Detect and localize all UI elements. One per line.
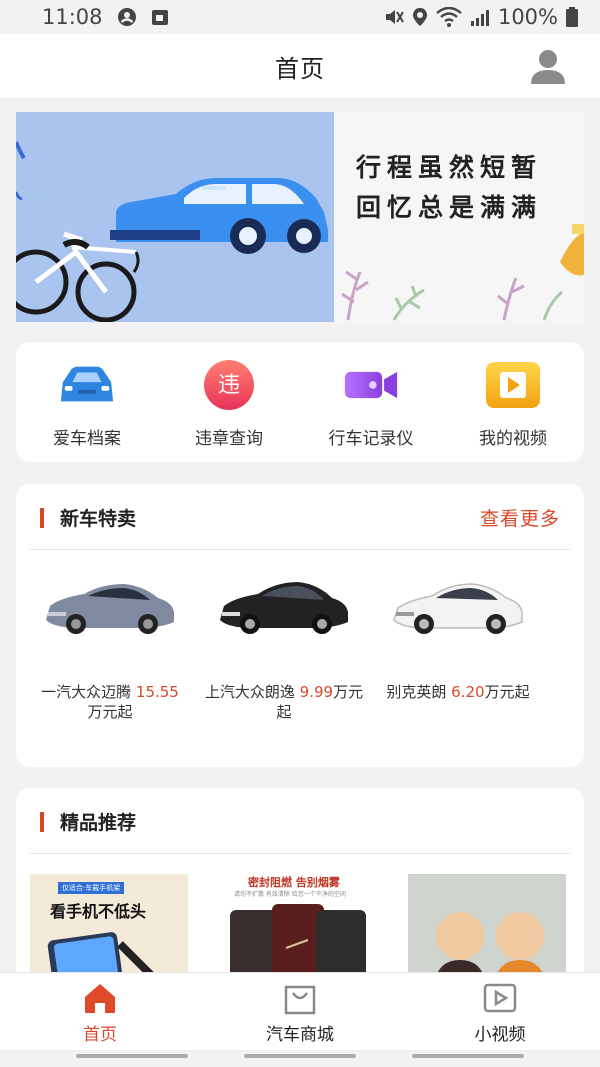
nav-home[interactable]: 首页 <box>0 973 200 1050</box>
banner-carousel[interactable]: 行程虽然短暂 回忆总是满满 <box>16 112 584 322</box>
home-icon <box>85 984 115 1013</box>
new-car-section: 新车特卖 查看更多 一汽大众迈腾 15.55 万元起 上汽大众朗逸 9.99万元起 <box>16 484 584 767</box>
view-more-link[interactable]: 查看更多 <box>480 504 560 531</box>
car-caption: 一汽大众迈腾 15.55 万元起 <box>24 682 196 722</box>
section-title: 新车特卖 <box>60 508 137 530</box>
battery-icon <box>566 7 578 27</box>
section-header: 新车特卖 查看更多 <box>30 484 570 550</box>
video-icon <box>485 360 541 410</box>
car-list: 一汽大众迈腾 15.55 万元起 上汽大众朗逸 9.99万元起 别克英朗 6.20… <box>16 574 584 724</box>
section-header: 精品推荐 <box>30 788 570 854</box>
banner-illustration <box>16 112 334 322</box>
nav-short-video[interactable]: 小视频 <box>400 973 600 1050</box>
phone-holder-image <box>47 932 163 984</box>
quick-entry-label: 违章查询 <box>195 429 263 449</box>
shopping-bag-icon <box>284 985 316 1015</box>
car-name: 上汽大众朗逸 <box>204 683 300 701</box>
quick-entry-violation[interactable]: 违 违章查询 <box>158 342 300 462</box>
car-price-unit: 万元起 <box>484 683 530 701</box>
page-title: 首页 <box>275 54 325 83</box>
car-caption: 别克英朗 6.20万元起 <box>372 682 544 702</box>
monk-figurine-image <box>408 874 566 984</box>
car-price-unit: 万元起 <box>87 703 133 721</box>
battery-percent: 100% <box>497 5 558 29</box>
nav-label: 首页 <box>83 1025 117 1045</box>
app-header: 首页 <box>0 34 600 98</box>
car-name: 别克英朗 <box>386 683 452 701</box>
wifi-icon <box>436 7 462 27</box>
product-card[interactable]: 密封阻燃 告别烟雾 请勿不扩散 有效清除 给您一个干净的空间 <box>220 874 378 984</box>
play-video-icon <box>483 983 517 1013</box>
gesture-handle-center[interactable] <box>244 1054 356 1058</box>
quick-entry-dashcam[interactable]: 行车记录仪 <box>300 342 442 462</box>
car-price: 6.20 <box>451 683 485 701</box>
quick-entry-label: 行车记录仪 <box>328 429 414 449</box>
calendar-icon <box>151 10 168 25</box>
car-price: 9.99 <box>299 683 334 701</box>
location-icon <box>412 8 427 26</box>
banner-text-line1: 行程虽然短暂 <box>356 153 543 182</box>
car-name: 一汽大众迈腾 <box>41 683 136 701</box>
car-illustration <box>16 141 328 322</box>
section-accent-bar <box>40 508 44 528</box>
quick-entry-label: 爱车档案 <box>53 429 121 449</box>
mute-icon <box>385 10 404 24</box>
car-image <box>46 584 174 634</box>
status-time: 11:08 <box>42 5 103 29</box>
section-accent-bar <box>40 812 44 832</box>
bottom-nav: 首页 汽车商城 小视频 <box>0 972 600 1050</box>
car-card[interactable]: 一汽大众迈腾 15.55 万元起 <box>24 574 196 722</box>
ashtray-image <box>230 904 366 984</box>
dashcam-icon <box>343 360 399 410</box>
product-card[interactable]: 仅适合·车载手机架 看手机不低头 <box>30 874 188 984</box>
account-circle-icon <box>117 8 136 26</box>
nav-label: 小视频 <box>474 1025 526 1045</box>
car-archive-icon <box>59 360 115 410</box>
car-card[interactable]: 别克英朗 6.20万元起 <box>372 574 544 702</box>
violation-icon: 违 <box>201 360 257 410</box>
signal-icon <box>470 10 489 26</box>
car-caption: 上汽大众朗逸 9.99万元起 <box>198 682 370 722</box>
status-bar: 11:08 100% <box>0 0 600 34</box>
car-image <box>393 583 523 634</box>
gesture-bar <box>0 1050 600 1067</box>
violation-glyph: 违 <box>217 373 240 398</box>
quick-entry-my-video[interactable]: 我的视频 <box>442 342 584 462</box>
section-title: 精品推荐 <box>60 812 137 834</box>
banner-text-line2: 回忆总是满满 <box>356 193 543 222</box>
quick-entry-card: 爱车档案 违 违章查询 行车记录仪 我的视频 <box>16 342 584 462</box>
gesture-handle-left[interactable] <box>76 1054 188 1058</box>
car-card[interactable]: 上汽大众朗逸 9.99万元起 <box>198 574 370 722</box>
product-list: 仅适合·车载手机架 看手机不低头 密封阻燃 告别烟雾 请勿不扩散 有效清除 给您… <box>30 874 570 984</box>
nav-label: 汽车商城 <box>266 1025 334 1045</box>
car-image <box>220 582 348 634</box>
gesture-handle-right[interactable] <box>412 1054 524 1058</box>
quick-entry-car-archive[interactable]: 爱车档案 <box>16 342 158 462</box>
product-card[interactable] <box>408 874 566 984</box>
quick-entry-label: 我的视频 <box>479 429 547 449</box>
profile-icon[interactable] <box>528 46 568 86</box>
banner-text-panel: 行程虽然短暂 回忆总是满满 <box>334 112 584 322</box>
nav-car-mall[interactable]: 汽车商城 <box>200 973 400 1050</box>
car-price: 15.55 <box>135 683 179 701</box>
